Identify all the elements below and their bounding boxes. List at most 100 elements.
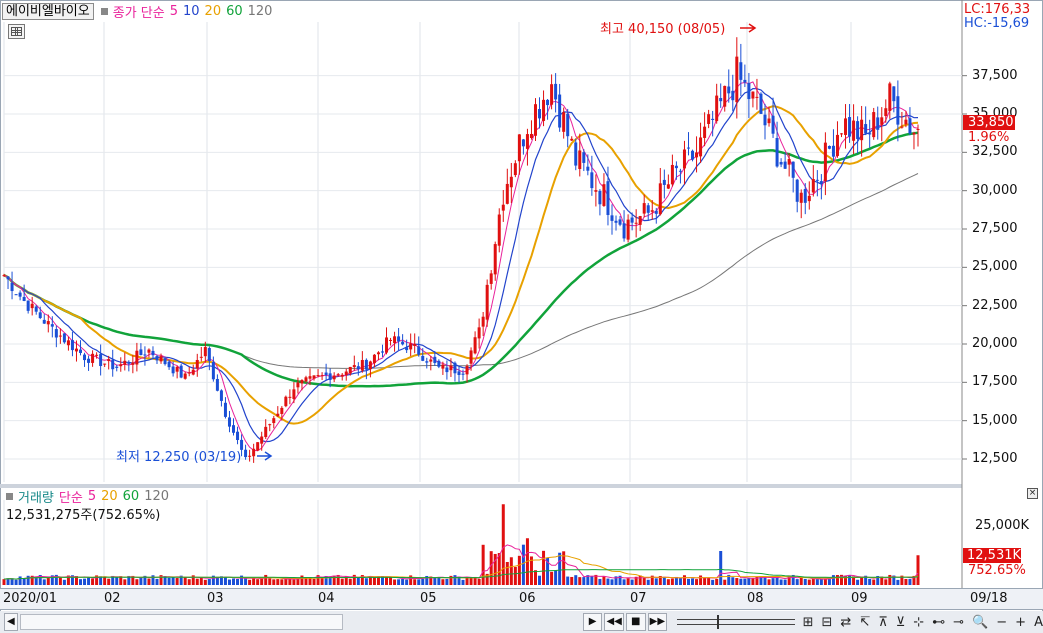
search-icon[interactable]: 🔍: [972, 615, 988, 630]
zoom-out-icon[interactable]: −: [996, 615, 1007, 630]
candle-body: [328, 373, 332, 380]
candle-body: [26, 300, 30, 311]
volume-bar: [888, 574, 892, 585]
candle-body: [678, 170, 682, 172]
play-button[interactable]: ▶: [582, 613, 603, 631]
candle-body: [83, 354, 87, 361]
volume-bar: [835, 575, 839, 585]
volume-bar: [393, 579, 397, 585]
draw-down-icon[interactable]: ⊻: [896, 615, 906, 630]
hc-label: HC:-15,69: [964, 16, 1030, 31]
candle-body: [775, 137, 779, 167]
candle-body: [30, 303, 34, 309]
volume-bar: [823, 578, 827, 585]
cursor-icon[interactable]: ↸: [859, 615, 870, 630]
zoom-slider[interactable]: [677, 615, 795, 629]
draw-up-icon[interactable]: ⊼: [878, 615, 888, 630]
stop-button[interactable]: ■: [625, 613, 646, 631]
candle-body: [602, 184, 606, 206]
volume-bar: [2, 579, 6, 585]
volume-bar: [103, 576, 107, 585]
volume-bar: [642, 577, 646, 585]
volume-bar: [872, 579, 876, 585]
price-tick-label: 37,500: [972, 67, 1018, 83]
candle-body: [558, 94, 562, 128]
price-chart[interactable]: 최고 40,150 (08/05) 최저 12,250 (03/19): [0, 0, 1043, 633]
candle-body: [803, 189, 807, 203]
candle-body: [236, 431, 240, 441]
candle-body: [481, 316, 485, 327]
candle-body: [175, 366, 179, 372]
candle-body: [594, 190, 598, 192]
font-size-icon[interactable]: A: [1034, 615, 1043, 630]
candle-body: [529, 133, 533, 138]
candle-body: [449, 365, 453, 371]
link-icon[interactable]: ⊷: [932, 615, 945, 630]
candle-body: [618, 219, 622, 225]
volume-square-icon: [6, 493, 13, 500]
forward-button[interactable]: ▶▶: [647, 613, 668, 631]
vol-ma120-label: 120: [144, 489, 170, 504]
candle-body: [872, 112, 876, 138]
candle-body: [232, 425, 236, 433]
candle-body: [662, 179, 666, 185]
current-price-pct: 1.96%: [968, 130, 1010, 145]
volume-bar: [417, 579, 421, 585]
grid-view-icon[interactable]: ⊞: [803, 615, 814, 630]
candle-body: [876, 117, 880, 130]
rewind-button[interactable]: ◀◀: [604, 613, 624, 631]
volume-close-icon[interactable]: ×: [1027, 488, 1038, 499]
candle-body: [268, 424, 272, 426]
candle-body: [473, 337, 477, 354]
volume-bar: [26, 575, 30, 585]
ma20-line: [3, 105, 919, 425]
grid-toggle-icon[interactable]: [8, 24, 25, 39]
volume-bar: [397, 579, 401, 585]
volume-bar: [46, 577, 50, 585]
zoom-in-icon[interactable]: +: [1015, 615, 1026, 630]
volume-bar: [14, 579, 18, 585]
volume-bar: [666, 579, 670, 585]
split-view-icon[interactable]: ⊟: [822, 615, 833, 630]
candle-body: [574, 142, 578, 166]
candle-body: [336, 374, 340, 376]
volume-bar: [79, 579, 83, 585]
volume-bar: [715, 578, 719, 585]
candle-body: [703, 126, 707, 138]
x-label: 05: [420, 591, 437, 606]
volume-bar: [453, 575, 457, 585]
candle-body: [171, 366, 175, 374]
volume-bar: [662, 576, 666, 585]
candle-body: [417, 346, 421, 355]
candle-body: [324, 372, 328, 376]
stock-name-box[interactable]: 에이비엘바이오: [2, 2, 94, 20]
volume-bar: [477, 578, 481, 585]
volume-bar: [171, 577, 175, 585]
x-axis: 2020/01 02 03 04 05 06 07 08 09 09/18: [0, 588, 1043, 610]
candle-body: [509, 176, 513, 188]
candle-body: [91, 353, 95, 363]
volume-bar: [244, 578, 248, 585]
volume-bar: [590, 576, 594, 585]
scrollbar-thumb[interactable]: [19, 614, 343, 630]
volume-bar: [831, 575, 835, 585]
compare-icon[interactable]: ⇄: [840, 615, 851, 630]
candle-body: [743, 79, 747, 83]
candle-body: [58, 335, 62, 337]
candle-body: [513, 163, 517, 176]
volume-bar: [195, 578, 199, 585]
candle-body: [280, 407, 284, 414]
candle-body: [533, 104, 537, 136]
volume-bar: [542, 550, 546, 585]
candle-body: [795, 179, 799, 202]
unlink-icon[interactable]: ⊸: [953, 615, 964, 630]
volume-bar: [827, 578, 831, 585]
volume-bar: [735, 578, 739, 585]
candle-body: [389, 339, 393, 341]
volume-bar: [268, 578, 272, 585]
candle-body: [525, 134, 529, 149]
lc-label: LC:176,33: [964, 2, 1031, 17]
candle-body: [187, 372, 191, 374]
crosshair-icon[interactable]: ⊹: [913, 615, 924, 630]
scroll-left-button[interactable]: ◀: [4, 613, 18, 631]
